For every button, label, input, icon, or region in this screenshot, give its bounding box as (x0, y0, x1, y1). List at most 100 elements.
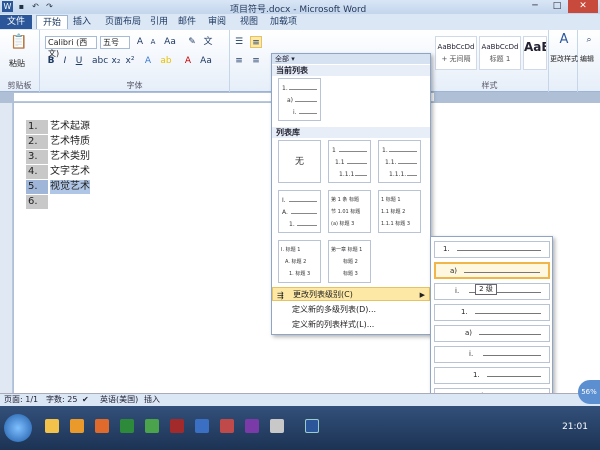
taskbar-app-icon[interactable] (270, 419, 284, 433)
list-level-option[interactable]: i. (434, 346, 550, 363)
list-none-thumb[interactable]: 无 (278, 140, 321, 183)
start-button[interactable] (4, 414, 32, 442)
bullets-icon[interactable]: ☰ (233, 36, 245, 48)
list-library-thumb[interactable]: 1 1.1 1.1.1 (328, 140, 371, 183)
char-shading-icon[interactable]: Aa (200, 55, 212, 67)
quick-access-toolbar: W ▪ ↶ ↷ (2, 1, 55, 12)
phonetic-icon[interactable]: 文 (202, 36, 214, 48)
system-tray[interactable] (502, 422, 552, 432)
list-level-option[interactable]: a) (434, 262, 550, 279)
strikethrough-icon[interactable]: abc (92, 55, 108, 67)
change-styles-icon[interactable]: A (558, 33, 570, 46)
italic-icon[interactable]: I (59, 55, 71, 67)
taskbar-app-icon[interactable] (170, 419, 184, 433)
save-icon[interactable]: ▪ (16, 1, 27, 12)
change-styles-button[interactable]: 更改样式 (550, 54, 578, 64)
current-list-thumb[interactable]: 1. a) i. (278, 78, 321, 121)
paragraph-group: ☰ ≡ ≡ ≡ (230, 30, 272, 92)
style-title[interactable]: AaBb (523, 36, 547, 70)
taskbar-app-icon[interactable] (120, 419, 134, 433)
tab-file[interactable]: 文件 (0, 15, 32, 29)
grow-font-icon[interactable]: A (134, 36, 146, 48)
clear-format-icon[interactable]: ✎ (186, 36, 198, 48)
insert-mode[interactable]: 插入 (144, 394, 160, 406)
numbering-icon[interactable]: ≡ (250, 36, 262, 48)
tab-addins[interactable]: 加载项 (270, 15, 297, 29)
edit-button[interactable]: 编辑 (580, 54, 594, 64)
close-button[interactable]: ✕ (568, 0, 598, 13)
submenu-arrow-icon: ▶ (419, 291, 425, 299)
taskbar-app-icon[interactable] (145, 419, 159, 433)
style-heading1[interactable]: AaBbCcDd 标题 1 (479, 36, 521, 70)
maximize-button[interactable]: □ (546, 0, 568, 13)
minimize-button[interactable]: ─ (524, 0, 546, 13)
list-level-option[interactable]: a) (434, 325, 550, 342)
explorer-icon[interactable] (45, 419, 59, 433)
vertical-ruler[interactable] (0, 103, 13, 393)
list-library-thumb[interactable]: 第一章 标题 1 标题 2 标题 3 (328, 240, 371, 283)
status-bar: 页面: 1/1 字数: 25 ✔ 英语(美国) 插入 (0, 393, 600, 406)
style-normal[interactable]: AaBbCcDd + 无间隔 (435, 36, 477, 70)
word-taskbar-icon[interactable] (305, 419, 319, 433)
define-multilevel-list-menu[interactable]: 定义新的多级列表(D)... (272, 303, 430, 317)
list-level-option[interactable]: 1. (434, 367, 550, 384)
list-level-option[interactable]: 1. (434, 304, 550, 321)
style-heading1-preview: AaBbCcDd (481, 43, 519, 51)
list-library-thumb[interactable]: 1. 1.1. 1.1.1. (378, 140, 421, 183)
subscript-icon[interactable]: x₂ (110, 55, 122, 67)
taskbar: 21:01 (0, 406, 600, 450)
thumb-label: A. (282, 209, 288, 216)
dropdown-filter[interactable]: 全部 ▾ (272, 54, 430, 64)
tab-review[interactable]: 审阅 (208, 15, 226, 29)
list-library-heading: 列表库 (272, 127, 430, 138)
tab-home[interactable]: 开始 (36, 15, 69, 29)
thumb-label: 标题 2 (343, 259, 358, 265)
paste-button[interactable]: 粘贴 (9, 58, 25, 69)
align-left-icon[interactable]: ≡ (233, 55, 245, 67)
undo-icon[interactable]: ↶ (30, 1, 41, 12)
list-library-thumb[interactable]: 第 1 条 标题 节 1.01 标题 (a) 标题 3 (328, 190, 371, 233)
font-name-combo[interactable]: Calibri (西文) (45, 36, 97, 58)
list-library-thumb[interactable]: 1 标题 1 1.1 标题 2 1.1.1 标题 3 (378, 190, 421, 233)
thumb-label: 1. (382, 147, 388, 154)
taskbar-app-icon[interactable] (220, 419, 234, 433)
proofing-icon[interactable]: ✔ (82, 394, 89, 406)
tab-mailings[interactable]: 邮件 (178, 15, 196, 29)
define-list-style-menu[interactable]: 定义新的列表样式(L)... (272, 318, 430, 332)
bold-icon[interactable]: B (45, 55, 57, 67)
underline-icon[interactable]: U (73, 55, 85, 67)
paste-icon[interactable]: 📋 (8, 35, 30, 56)
change-case-icon[interactable]: Aa (164, 36, 176, 48)
list-library-thumb[interactable]: I. 标题 1 A. 标题 2 1. 标题 3 (278, 240, 321, 283)
thumb-label: 1. 标题 3 (289, 271, 311, 277)
find-icon[interactable]: ⌕ (583, 34, 595, 46)
align-center-icon[interactable]: ≡ (250, 55, 262, 67)
language-indicator[interactable]: 英语(美国) (100, 394, 138, 406)
font-color-icon[interactable]: A (182, 55, 194, 67)
taskbar-app-icon[interactable] (70, 419, 84, 433)
tab-page-layout[interactable]: 页面布局 (105, 15, 141, 29)
font-size-combo[interactable]: 五号 (100, 36, 130, 49)
superscript-icon[interactable]: x² (124, 55, 136, 67)
thumb-label: a) (287, 97, 294, 104)
list-level-option[interactable]: 1. (434, 241, 550, 258)
tab-view[interactable]: 视图 (240, 15, 258, 29)
tab-references[interactable]: 引用 (150, 15, 168, 29)
taskbar-app-icon[interactable] (95, 419, 109, 433)
clock[interactable]: 21:01 (562, 422, 588, 432)
change-list-level-menu[interactable]: ⇶ 更改列表级别(C) ▶ (272, 287, 430, 301)
text-effects-icon[interactable]: A (142, 55, 154, 67)
taskbar-app-icon[interactable] (195, 419, 209, 433)
page-count[interactable]: 页面: 1/1 (4, 394, 38, 406)
zoom-indicator[interactable]: 56% (578, 380, 600, 404)
list-library-thumb[interactable]: I. A. 1. (278, 190, 321, 233)
redo-icon[interactable]: ↷ (44, 1, 55, 12)
shrink-font-icon[interactable]: A (147, 36, 159, 48)
thumb-label: 第一章 标题 1 (331, 247, 363, 253)
highlight-icon[interactable]: ab (160, 55, 172, 67)
thumb-label: 1. (282, 85, 288, 92)
taskbar-app-icon[interactable] (245, 419, 259, 433)
word-count[interactable]: 字数: 25 (46, 394, 77, 406)
tab-insert[interactable]: 插入 (73, 15, 91, 29)
menu-label: 更改列表级别(C) (293, 290, 353, 299)
